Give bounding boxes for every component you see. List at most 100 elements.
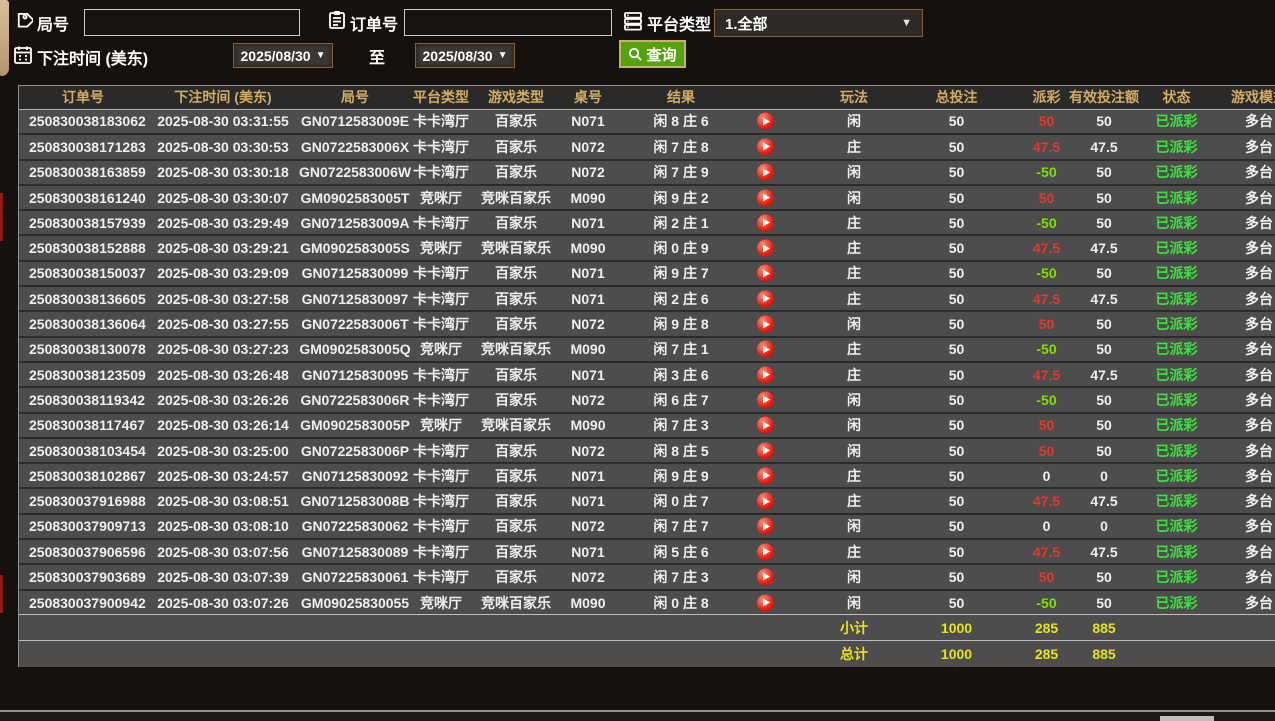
cell-bet-time: 2025-08-30 03:07:56: [147, 538, 299, 565]
cell-order-id: 250830038136064: [19, 310, 147, 337]
cell-play-type: 闲: [819, 158, 889, 185]
table-row: 250830038157939 2025-08-30 03:29:49 GN0712…: [19, 209, 1275, 236]
cell-table-no: N071: [561, 538, 615, 565]
cell-result: 闲 7 庄 7: [615, 512, 819, 540]
cell-payout: 47.5: [1024, 285, 1069, 312]
cell-table-no: N071: [561, 259, 615, 287]
play-replay-icon[interactable]: [757, 366, 774, 384]
tag-icon: [13, 11, 35, 31]
play-replay-icon[interactable]: [757, 290, 774, 308]
cell-game-type: 百家乐: [471, 538, 561, 565]
play-replay-icon[interactable]: [757, 391, 774, 409]
play-replay-icon[interactable]: [757, 239, 774, 257]
cell-play-type: 庄: [819, 462, 889, 489]
cell-game-no: GN0712583009E: [299, 109, 411, 135]
cell-order-id: 250830038171283: [19, 133, 147, 160]
column-header-total-bet: 总投注: [889, 86, 1024, 110]
cell-game-no: GM0902583005T: [299, 183, 411, 211]
result-score: 闲 9 庄 7: [653, 265, 709, 282]
table-row: 250830038161240 2025-08-30 03:30:07 GM0902…: [19, 183, 1275, 211]
cell-platform: 卡卡湾厅: [411, 259, 471, 287]
cell-platform: 卡卡湾厅: [411, 133, 471, 160]
subtotal-row-payout: 285: [1024, 614, 1069, 641]
table-row: 250830038103454 2025-08-30 03:25:00 GN0722…: [19, 436, 1275, 464]
cell-mode: 多台: [1214, 588, 1275, 615]
play-replay-icon[interactable]: [757, 189, 774, 207]
column-header-platform: 平台类型: [411, 86, 471, 110]
cell-result: 闲 0 庄 7: [615, 487, 819, 514]
cell-total-bet: 50: [889, 386, 1024, 413]
result-score: 闲 5 庄 6: [653, 543, 709, 560]
table-row: 250830038171283 2025-08-30 03:30:53 GN0722…: [19, 133, 1275, 160]
cell-order-id: 250830037900942: [19, 588, 147, 615]
cell-play-type: 闲: [819, 512, 889, 540]
result-score: 闲 7 庄 8: [653, 138, 709, 155]
table-row: 250830038136605 2025-08-30 03:27:58 GN0712…: [19, 285, 1275, 312]
cell-game-type: 百家乐: [471, 512, 561, 540]
chevron-down-icon: ▼: [315, 50, 326, 61]
cell-mode: 多台: [1214, 563, 1275, 590]
subtotal-row-label: 小计: [819, 614, 889, 641]
cell-bet-time: 2025-08-30 03:30:53: [147, 133, 299, 160]
cell-mode: 多台: [1214, 310, 1275, 337]
result-score: 闲 7 庄 1: [653, 341, 709, 358]
cell-table-no: M090: [561, 183, 615, 211]
cell-game-type: 百家乐: [471, 109, 561, 135]
cell-game-no: GN07125830099: [299, 259, 411, 287]
cell-mode: 多台: [1214, 234, 1275, 261]
subtotal-row-total-bet: 1000: [889, 614, 1024, 641]
cell-result: 闲 9 庄 7: [615, 259, 819, 287]
cell-bet-time: 2025-08-30 03:27:23: [147, 335, 299, 362]
cell-mode: 多台: [1214, 462, 1275, 489]
platform-type-value: 1.全部: [725, 15, 768, 33]
play-replay-icon[interactable]: [757, 315, 774, 333]
cell-game-type: 百家乐: [471, 563, 561, 590]
search-button[interactable]: 查询: [619, 40, 686, 68]
game-no-input[interactable]: [84, 9, 300, 36]
cell-payout: 50: [1024, 436, 1069, 464]
play-replay-icon[interactable]: [757, 594, 774, 612]
chevron-down-icon: ▼: [497, 50, 508, 61]
cell-order-id: 250830038102867: [19, 462, 147, 489]
cell-payout: -50: [1024, 259, 1069, 287]
cell-platform: 卡卡湾厅: [411, 487, 471, 514]
date-from-picker[interactable]: 2025/08/30 ▼: [233, 43, 333, 68]
play-replay-icon[interactable]: [757, 163, 774, 181]
cell-mode: 多台: [1214, 209, 1275, 236]
cell-platform: 卡卡湾厅: [411, 386, 471, 413]
play-replay-icon[interactable]: [757, 543, 774, 561]
play-replay-icon[interactable]: [757, 492, 774, 510]
cell-mode: 多台: [1214, 335, 1275, 362]
play-replay-icon[interactable]: [757, 112, 774, 130]
cell-payout: 47.5: [1024, 538, 1069, 565]
cell-mode: 多台: [1214, 285, 1275, 312]
play-replay-icon[interactable]: [757, 264, 774, 282]
cell-bet-time: 2025-08-30 03:29:49: [147, 209, 299, 236]
cell-table-no: N072: [561, 436, 615, 464]
date-to-picker[interactable]: 2025/08/30 ▼: [415, 43, 515, 68]
order-no-label: 订单号: [350, 17, 399, 34]
grand-total-row: 总计 1000 285 885: [19, 640, 1275, 667]
play-replay-icon[interactable]: [757, 442, 774, 459]
cell-status: 已派彩: [1139, 538, 1214, 565]
cell-order-id: 250830038117467: [19, 411, 147, 438]
play-replay-icon[interactable]: [757, 467, 774, 485]
play-replay-icon[interactable]: [757, 416, 774, 434]
column-header-table-no: 桌号: [561, 86, 615, 110]
order-no-input[interactable]: [404, 9, 612, 36]
cell-game-type: 百家乐: [471, 487, 561, 514]
scrollbar-thumb[interactable]: [1160, 716, 1214, 721]
play-replay-icon[interactable]: [757, 517, 774, 535]
cell-status: 已派彩: [1139, 411, 1214, 438]
play-replay-icon[interactable]: [757, 568, 774, 586]
platform-type-select[interactable]: 1.全部 ▼: [714, 9, 923, 37]
cell-game-no: GN0712583008B: [299, 487, 411, 514]
play-replay-icon[interactable]: [757, 340, 774, 358]
play-replay-icon[interactable]: [757, 138, 774, 156]
cell-play-type: 庄: [819, 234, 889, 261]
cell-game-type: 百家乐: [471, 436, 561, 464]
cell-status: 已派彩: [1139, 462, 1214, 489]
play-replay-icon[interactable]: [757, 214, 774, 232]
cell-order-id: 250830038163859: [19, 158, 147, 185]
cell-game-type: 竞咪百家乐: [471, 183, 561, 211]
